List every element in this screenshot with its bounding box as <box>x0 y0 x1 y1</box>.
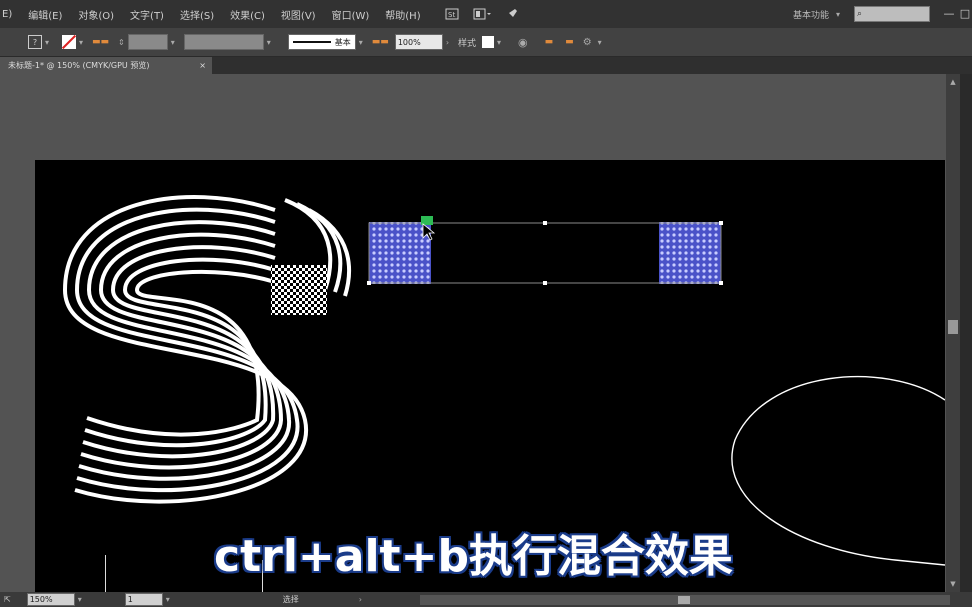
style-label: 样式 <box>458 38 477 49</box>
menu-object[interactable]: 对象(O) <box>70 7 122 22</box>
document-tab-bar: 未标题-1* @ 150% (CMYK/GPU 预览) × <box>0 57 972 74</box>
guide-line <box>105 555 106 592</box>
stepper-icon[interactable]: ⇕ <box>118 38 125 47</box>
transform-icon[interactable]: ▬ <box>565 37 574 47</box>
svg-text:St: St <box>448 11 455 19</box>
brush-definition-field[interactable]: 基本 <box>287 34 356 50</box>
menu-type[interactable]: 文字(T) <box>122 7 172 22</box>
variable-width-field[interactable] <box>183 34 264 50</box>
scrollbar-thumb[interactable] <box>678 595 690 604</box>
vertical-scrollbar[interactable]: ▲ ▼ <box>946 74 960 592</box>
br-icon[interactable]: St <box>443 6 461 22</box>
search-icon: ⌕ <box>857 9 863 19</box>
menu-effect[interactable]: 效果(C) <box>222 7 273 22</box>
panel-edge <box>960 74 972 592</box>
arrange-documents-icon[interactable] <box>473 6 491 22</box>
striped-s-artwork[interactable] <box>62 195 352 504</box>
search-input[interactable]: ⌕ <box>854 6 930 22</box>
menu-help[interactable]: 帮助(H) <box>377 7 428 22</box>
menu-bar: E) 编辑(E) 对象(O) 文字(T) 选择(S) 效果(C) 视图(V) 窗… <box>0 0 972 28</box>
fill-swatch[interactable]: ? <box>28 35 42 49</box>
selected-blend-objects[interactable] <box>367 221 723 285</box>
zoom-field[interactable]: 150% <box>26 593 75 606</box>
chevron-down-icon[interactable]: ▾ <box>79 38 83 47</box>
document-tab[interactable]: 未标题-1* @ 150% (CMYK/GPU 预览) × <box>0 57 212 74</box>
menu-edit[interactable]: 编辑(E) <box>20 7 70 22</box>
recolor-artwork-icon[interactable]: ◉ <box>518 36 528 49</box>
artboard-nav-icon[interactable]: ⇱ <box>4 595 11 604</box>
horizontal-scrollbar[interactable] <box>420 594 950 605</box>
scroll-up-icon[interactable]: ▲ <box>948 78 958 88</box>
chevron-down-icon[interactable]: ▾ <box>598 38 602 47</box>
align-icon[interactable]: ▬ <box>545 37 554 47</box>
chevron-right-icon[interactable]: › <box>446 38 449 47</box>
gpu-rocket-icon[interactable] <box>503 6 521 22</box>
stroke-swatch[interactable] <box>62 35 77 49</box>
chevron-down-icon[interactable]: ▾ <box>267 38 271 47</box>
chevron-down-icon[interactable]: ▾ <box>45 38 49 47</box>
chevron-down-icon[interactable]: ▾ <box>166 595 170 604</box>
curve-path[interactable] <box>731 376 945 566</box>
scrollbar-thumb[interactable] <box>948 320 958 334</box>
artboard-number-field[interactable]: 1 <box>124 593 163 606</box>
menu-window[interactable]: 窗口(W) <box>324 7 378 22</box>
menu-select[interactable]: 选择(S) <box>172 7 222 22</box>
maximize-icon[interactable]: □ <box>958 7 972 21</box>
video-caption: ctrl+alt+b执行混合效果 <box>214 531 733 582</box>
checker-square[interactable] <box>271 265 327 315</box>
stroke-weight-icon[interactable]: ▬▬ <box>92 37 109 47</box>
chevron-down-icon[interactable]: ▾ <box>497 38 501 47</box>
menu-file[interactable]: E) <box>0 9 20 20</box>
graphic-style-swatch[interactable] <box>482 36 495 48</box>
isolate-icon[interactable]: ⚙ <box>583 37 592 48</box>
status-bar: ⇱ 150% ▾ 1 ▾ 选择 › <box>0 592 972 607</box>
scroll-down-icon[interactable]: ▼ <box>948 580 958 590</box>
workspace-switcher[interactable]: 基本功能 <box>793 8 829 21</box>
document-tab-title: 未标题-1* @ 150% (CMYK/GPU 预览) <box>8 61 150 70</box>
chevron-down-icon[interactable]: ▾ <box>171 38 175 47</box>
chevron-down-icon[interactable]: ▾ <box>359 38 363 47</box>
close-icon[interactable]: × <box>199 61 206 70</box>
control-bar: ? ▾ ▾ ▬▬ ⇕ ▾ ▾ 基本 ▾ ▬▬ 100% › 样式 ▾ ◉ ▬ ▬… <box>0 28 972 57</box>
stroke-weight-field[interactable] <box>127 34 168 50</box>
chevron-down-icon[interactable]: ▾ <box>836 10 840 19</box>
current-tool-label: 选择 <box>282 595 299 604</box>
chevron-down-icon[interactable]: ▾ <box>78 595 82 604</box>
menu-view[interactable]: 视图(V) <box>273 7 324 22</box>
minimize-icon[interactable]: — <box>942 7 956 21</box>
opacity-icon[interactable]: ▬▬ <box>372 37 389 47</box>
chevron-right-icon[interactable]: › <box>359 595 362 604</box>
opacity-field[interactable]: 100% <box>394 34 443 50</box>
